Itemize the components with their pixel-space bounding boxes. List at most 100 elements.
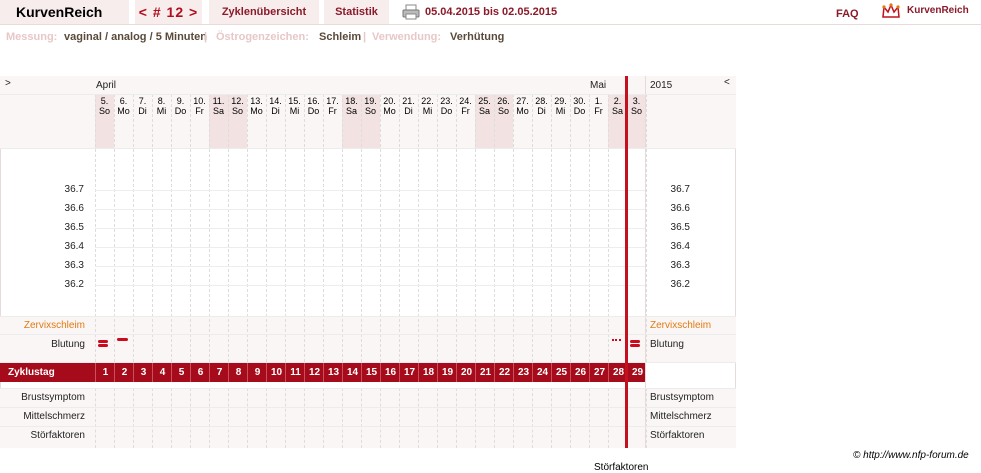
grid-vline <box>228 388 229 448</box>
day-header: 16. Do <box>307 96 320 116</box>
bleeding-label: Blutung <box>650 339 684 350</box>
cycle-day-number: 12 <box>304 363 324 382</box>
estrogen-label: Östrogenzeichen: <box>216 31 309 43</box>
grid-vline <box>152 388 153 448</box>
grid-vline <box>171 388 172 448</box>
grid-vline <box>266 388 267 448</box>
cycle-day-number: 23 <box>513 363 533 382</box>
temp-label: 36.4 <box>670 241 690 252</box>
separator: | <box>363 31 367 43</box>
day-header: 17. Fr <box>326 96 339 116</box>
temp-label: 36.2 <box>64 279 84 290</box>
day-header: 9. Do <box>174 96 187 116</box>
cycle-day-number: 29 <box>627 363 647 382</box>
temp-label: 36.3 <box>64 260 84 271</box>
print-icon[interactable] <box>402 4 420 25</box>
day-header: 20. Mo <box>383 96 396 116</box>
grid-vline <box>114 388 115 448</box>
faq-link[interactable]: FAQ <box>836 8 859 20</box>
day-header: 24. Fr <box>459 96 472 116</box>
cycle-day-number: 25 <box>551 363 571 382</box>
day-header: 30. Do <box>573 96 586 116</box>
temp-gridline <box>95 209 645 210</box>
grid-vline <box>532 388 533 448</box>
cycle-day-number: 26 <box>570 363 590 382</box>
day-header: 3. So <box>630 96 642 116</box>
cycle-day-number: 24 <box>532 363 552 382</box>
day-header: 10. Fr <box>193 96 206 116</box>
temp-label: 36.6 <box>670 203 690 214</box>
temp-label: 36.7 <box>64 184 84 195</box>
bleeding-mark <box>98 340 108 343</box>
grid-vline <box>513 388 514 448</box>
temp-gridline <box>95 285 645 286</box>
cycle-day-number: 1 <box>95 363 115 382</box>
day-header: 14. Di <box>269 96 282 116</box>
statistics-link[interactable]: Statistik <box>324 0 389 24</box>
cycle-day-number: 15 <box>361 363 381 382</box>
day-header: 5. So <box>98 96 110 116</box>
cycle-day-number: 16 <box>380 363 400 382</box>
cycle-day-number: 14 <box>342 363 362 382</box>
right-separator <box>645 76 646 448</box>
cycle-day-number: 20 <box>456 363 476 382</box>
brand-name[interactable]: KurvenReich <box>907 5 969 16</box>
bleeding-mark <box>630 340 640 343</box>
cycle-day-label: Zyklustag <box>8 367 55 378</box>
month-label: April <box>96 80 117 91</box>
cycle-day-number: 4 <box>152 363 172 382</box>
cycle-day-number: 6 <box>190 363 210 382</box>
symptom-label: Störfaktoren <box>650 430 705 441</box>
bleeding-mark <box>630 344 640 347</box>
grid-vline <box>133 388 134 448</box>
bleeding-mark <box>117 338 128 341</box>
day-header: 11. Sa <box>212 96 225 116</box>
grid-vline <box>646 94 647 362</box>
day-header: 23. Do <box>440 96 453 116</box>
cycle-day-number: 3 <box>133 363 153 382</box>
grid-vline <box>380 388 381 448</box>
grid-vline <box>570 388 571 448</box>
symptom-label: Brustsymptom <box>21 392 85 403</box>
cycle-day-number: 2 <box>114 363 134 382</box>
day-header: 8. Mi <box>156 96 167 116</box>
grid-vline <box>209 388 210 448</box>
grid-vline <box>190 388 191 448</box>
month-label: Mai <box>590 80 607 91</box>
grid-vline <box>323 388 324 448</box>
date-range: 05.04.2015 bis 02.05.2015 <box>425 6 558 18</box>
grid-vline <box>247 388 248 448</box>
cycle-day-number: 27 <box>589 363 609 382</box>
cycle-day-number: 7 <box>209 363 229 382</box>
copyright: © http://www.nfp-forum.de <box>853 450 969 461</box>
temp-label: 36.5 <box>670 222 690 233</box>
cycle-day-number: 8 <box>228 363 248 382</box>
cycle-day-number: 19 <box>437 363 457 382</box>
cycle-day-bar: Zyklustag 1 2 3 4 5 6 7 8 9 10 11 12 13 14 15 16 17 18 19 20… <box>0 363 645 382</box>
grid-vline <box>646 388 647 448</box>
measure-value: vaginal / analog / 5 Minuten <box>64 31 208 43</box>
cycle-overview-link[interactable]: Zyklenübersicht <box>209 0 319 24</box>
logo[interactable]: KurvenReich <box>0 0 129 24</box>
cycle-day-number: 18 <box>418 363 438 382</box>
scroll-left-arrow[interactable]: > <box>5 78 11 89</box>
day-header: 12. So <box>231 96 244 116</box>
cycle-day-number: 10 <box>266 363 286 382</box>
grid-vline <box>494 388 495 448</box>
day-header: 25. Sa <box>478 96 491 116</box>
usage-label: Verwendung: <box>372 31 442 43</box>
symptom-label: Brustsymptom <box>650 392 714 403</box>
cycle-navigator[interactable]: < # 12 > <box>135 0 202 24</box>
symptom-label: Störfaktoren <box>30 430 85 441</box>
temp-label: 36.4 <box>64 241 84 252</box>
cycle-day-number: 11 <box>285 363 305 382</box>
spotting-mark <box>612 339 621 343</box>
grid-vline <box>589 388 590 448</box>
day-header: 27. Mo <box>516 96 529 116</box>
grid-vline <box>399 388 400 448</box>
temp-label: 36.5 <box>64 222 84 233</box>
scroll-right-arrow[interactable]: < <box>724 77 730 88</box>
cycle-day-number: 13 <box>323 363 343 382</box>
cervix-label: Zervixschleim <box>650 320 712 331</box>
usage-value: Verhütung <box>450 31 505 43</box>
